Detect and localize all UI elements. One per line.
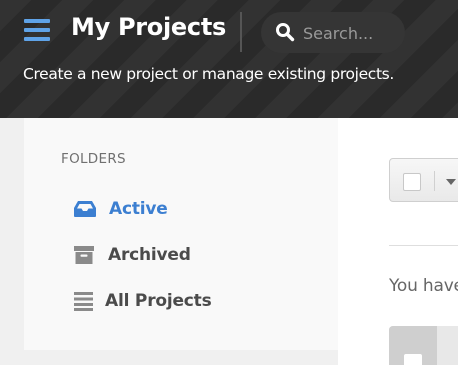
- sidebar-item-label: Active: [109, 199, 168, 219]
- search-input[interactable]: [303, 20, 399, 46]
- sidebar-item-all-projects[interactable]: All Projects: [74, 288, 212, 314]
- sidebar-item-label: All Projects: [105, 291, 212, 311]
- menu-bar: [24, 19, 50, 23]
- content-divider: [389, 245, 458, 246]
- button-separator: [434, 171, 435, 191]
- select-all-dropdown-button[interactable]: [389, 158, 458, 202]
- search-box[interactable]: [261, 12, 405, 53]
- sidebar-item-label: Archived: [108, 245, 191, 265]
- project-card[interactable]: [389, 326, 458, 365]
- page-title: My Projects: [71, 13, 226, 41]
- folders-sidebar: FOLDERS Active Archived All Projects: [24, 118, 338, 350]
- archive-box-icon: [74, 246, 94, 264]
- sidebar-item-archived[interactable]: Archived: [74, 242, 191, 268]
- card-checkbox[interactable]: [404, 354, 422, 365]
- folders-heading: FOLDERS: [61, 151, 126, 167]
- page-subtitle: Create a new project or manage existing …: [23, 65, 394, 83]
- menu-bar: [24, 37, 50, 41]
- main-content: You have: [338, 118, 458, 365]
- hamburger-menu-icon[interactable]: [24, 19, 50, 41]
- sidebar-item-active[interactable]: Active: [73, 196, 168, 222]
- inbox-tray-icon: [74, 201, 96, 217]
- page-header: My Projects Create a new project or mana…: [0, 0, 458, 118]
- select-all-checkbox[interactable]: [403, 173, 421, 191]
- empty-state-message: You have: [389, 276, 458, 296]
- header-divider: [240, 12, 242, 52]
- search-icon[interactable]: [275, 22, 295, 42]
- menu-bar: [24, 28, 50, 32]
- list-icon: [74, 292, 93, 311]
- chevron-down-icon[interactable]: [446, 179, 456, 185]
